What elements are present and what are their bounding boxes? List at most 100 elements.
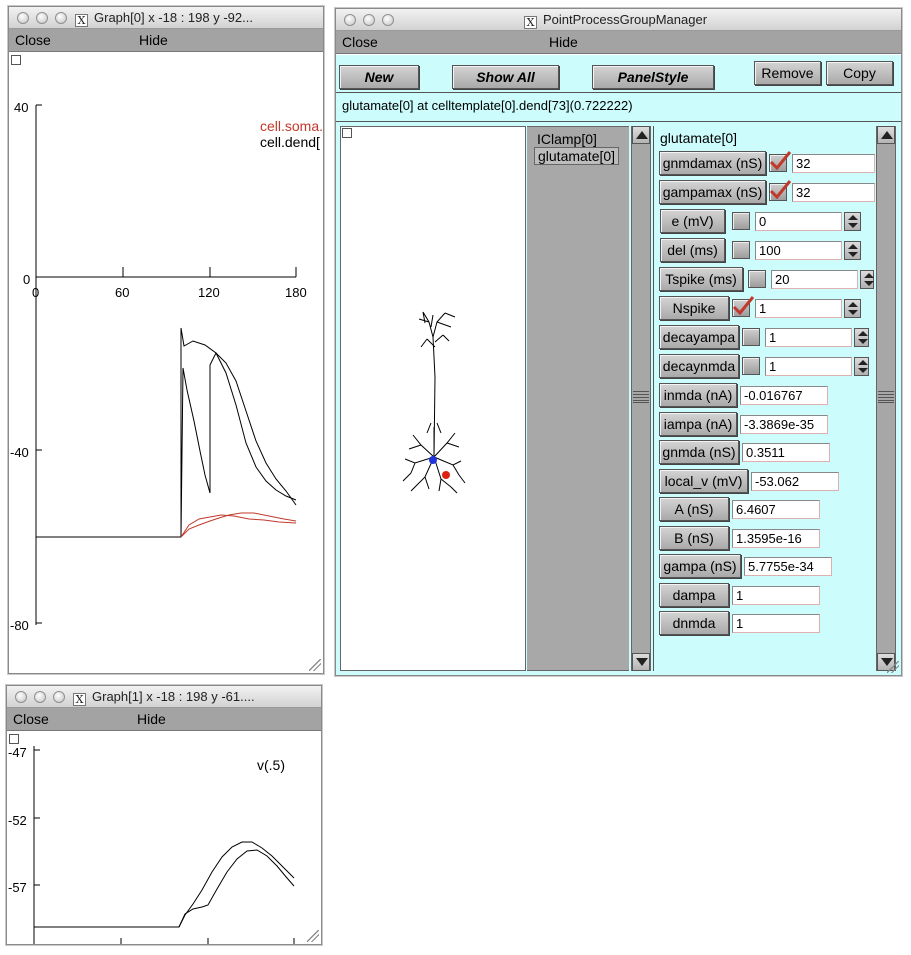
readout-dampa-field[interactable]: 1 [732,586,820,605]
graph0-xtick: 180 [285,285,307,300]
param-e-checkbox[interactable] [732,212,750,230]
close-window-icon[interactable] [17,12,29,24]
ppgm-titlebar[interactable]: X PointProcessGroupManager [336,9,901,31]
graph1-trace-b [178,849,295,928]
list-item-selected[interactable]: glutamate[0] [534,147,620,165]
graph1-ytick: -52 [8,813,27,828]
panel-scrollbar[interactable] [876,126,896,671]
readout-dnmda-button[interactable]: dnmda [659,611,729,635]
list-scrollbar[interactable] [631,126,651,671]
param-gnmdamax-field[interactable]: 32 [792,154,875,173]
param-decaynmda-field[interactable]: 1 [765,357,852,376]
zoom-window-icon[interactable] [53,691,65,703]
graph0-hide-menu[interactable]: Hide [139,32,168,48]
list-item[interactable]: IClamp[0] [537,131,597,147]
param-gnmdamax-checkbox[interactable] [769,151,792,172]
close-window-icon[interactable] [344,14,356,26]
readout-gnmda-button[interactable]: gnmda (nS) [659,440,739,464]
graph1-resize-handle[interactable] [307,930,319,942]
param-decaynmda-spinner-icon[interactable] [854,357,869,376]
copy-button[interactable]: Copy [826,61,893,85]
minimize-window-icon[interactable] [36,12,48,24]
x11-icon: X [524,16,537,29]
new-button[interactable]: New [339,65,419,89]
param-tspike-spinner-icon[interactable] [860,270,874,289]
graph1-plot-area[interactable]: -47 -52 -57 v(.5) [7,732,321,944]
param-decaynmda-checkbox[interactable] [742,357,760,375]
graph0-resize-handle[interactable] [309,659,321,671]
readout-iampa-field[interactable]: -3.3869e-35 [740,415,828,434]
param-nspike-spinner-icon[interactable] [844,299,861,318]
readout-b-field[interactable]: 1.3595e-16 [732,529,820,548]
param-tspike-field[interactable]: 20 [771,270,858,289]
param-tspike-checkbox[interactable] [748,270,766,288]
graph1-hide-menu[interactable]: Hide [137,711,166,727]
param-decayampa-checkbox[interactable] [742,328,760,346]
checkmark-icon [769,180,792,199]
param-gampamax-button[interactable]: gampamax (nS) [659,180,766,204]
param-nspike-field[interactable]: 1 [755,299,842,318]
param-gnmdamax-button[interactable]: gnmdamax (nS) [659,151,766,175]
readout-b-button[interactable]: B (nS) [659,526,729,550]
panel-style-button[interactable]: PanelStyle [592,65,714,89]
readout-gampa-field[interactable]: 5.7755e-34 [744,557,832,576]
graph0-ytick: -80 [10,618,29,633]
param-e-field[interactable]: 0 [755,212,842,231]
ppgm-resize-handle[interactable] [887,661,899,673]
readout-local-v-button[interactable]: local_v (mV) [659,469,748,493]
param-decayampa-field[interactable]: 1 [765,328,852,347]
readout-gampa-button[interactable]: gampa (nS) [659,554,741,578]
graph0-close-menu[interactable]: Close [15,32,51,48]
window-controls [15,691,65,703]
graph1-titlebar[interactable]: X Graph[1] x -18 : 198 y -61.... [7,686,321,708]
graph0-titlebar[interactable]: X Graph[0] x -18 : 198 y -92... [9,7,323,29]
param-gampamax-field[interactable]: 32 [792,183,875,202]
param-e-spinner-icon[interactable] [844,212,861,231]
readout-a-field[interactable]: 6.4607 [732,500,820,519]
ppgm-close-menu[interactable]: Close [342,34,378,50]
minimize-window-icon[interactable] [363,14,375,26]
scroll-thumb[interactable] [633,391,649,403]
graph1-menubar: Close Hide [7,708,321,731]
readout-gnmda-field[interactable]: 0.3511 [742,443,830,462]
readout-dnmda-field[interactable]: 1 [732,614,820,633]
graph1-ytick: -47 [8,745,27,760]
readout-a-button[interactable]: A (nS) [659,497,729,521]
graph0-legend-soma: cell.soma. [260,118,323,134]
scroll-down-arrow-icon[interactable] [632,653,650,671]
graph0-plot-area[interactable]: 40 0 -40 -80 0 60 120 180 cell.soma. cel… [9,53,323,673]
param-tspike-button[interactable]: Tspike (ms) [659,267,743,291]
readout-inmda-button[interactable]: inmda (nA) [659,383,737,407]
param-nspike-checkbox[interactable] [732,296,755,317]
param-decayampa-spinner-icon[interactable] [854,328,869,347]
param-decayampa-button[interactable]: decayampa [659,325,739,349]
x11-icon: X [75,14,88,27]
readout-dampa-button[interactable]: dampa [659,583,729,607]
graph0-plot: 40 0 -40 -80 0 60 120 180 cell.soma. cel… [10,100,323,633]
zoom-window-icon[interactable] [55,12,67,24]
param-gampamax-checkbox[interactable] [769,180,792,201]
minimize-window-icon[interactable] [34,691,46,703]
remove-button[interactable]: Remove [754,61,821,85]
zoom-window-icon[interactable] [382,14,394,26]
readout-inmda-field[interactable]: -0.016767 [740,386,828,405]
param-nspike-button[interactable]: Nspike [659,296,729,320]
scroll-up-arrow-icon[interactable] [877,126,895,144]
close-window-icon[interactable] [15,691,27,703]
ppgm-title: PointProcessGroupManager [543,12,708,27]
ppgm-hide-menu[interactable]: Hide [549,34,578,50]
graph1-close-menu[interactable]: Close [13,711,49,727]
param-del-spinner-icon[interactable] [844,241,861,260]
param-e-button[interactable]: e (mV) [660,209,725,233]
scroll-up-arrow-icon[interactable] [632,126,650,144]
show-all-button[interactable]: Show All [452,65,559,89]
readout-local-v-field[interactable]: -53.062 [751,472,839,491]
param-del-checkbox[interactable] [732,241,750,259]
scroll-thumb[interactable] [878,391,894,403]
shape-plot[interactable] [340,126,526,671]
graph0-ytick: 0 [23,272,30,287]
param-del-button[interactable]: del (ms) [660,238,725,262]
readout-iampa-button[interactable]: iampa (nA) [659,412,737,436]
param-del-field[interactable]: 100 [755,241,842,260]
param-decaynmda-button[interactable]: decaynmda [659,354,739,378]
